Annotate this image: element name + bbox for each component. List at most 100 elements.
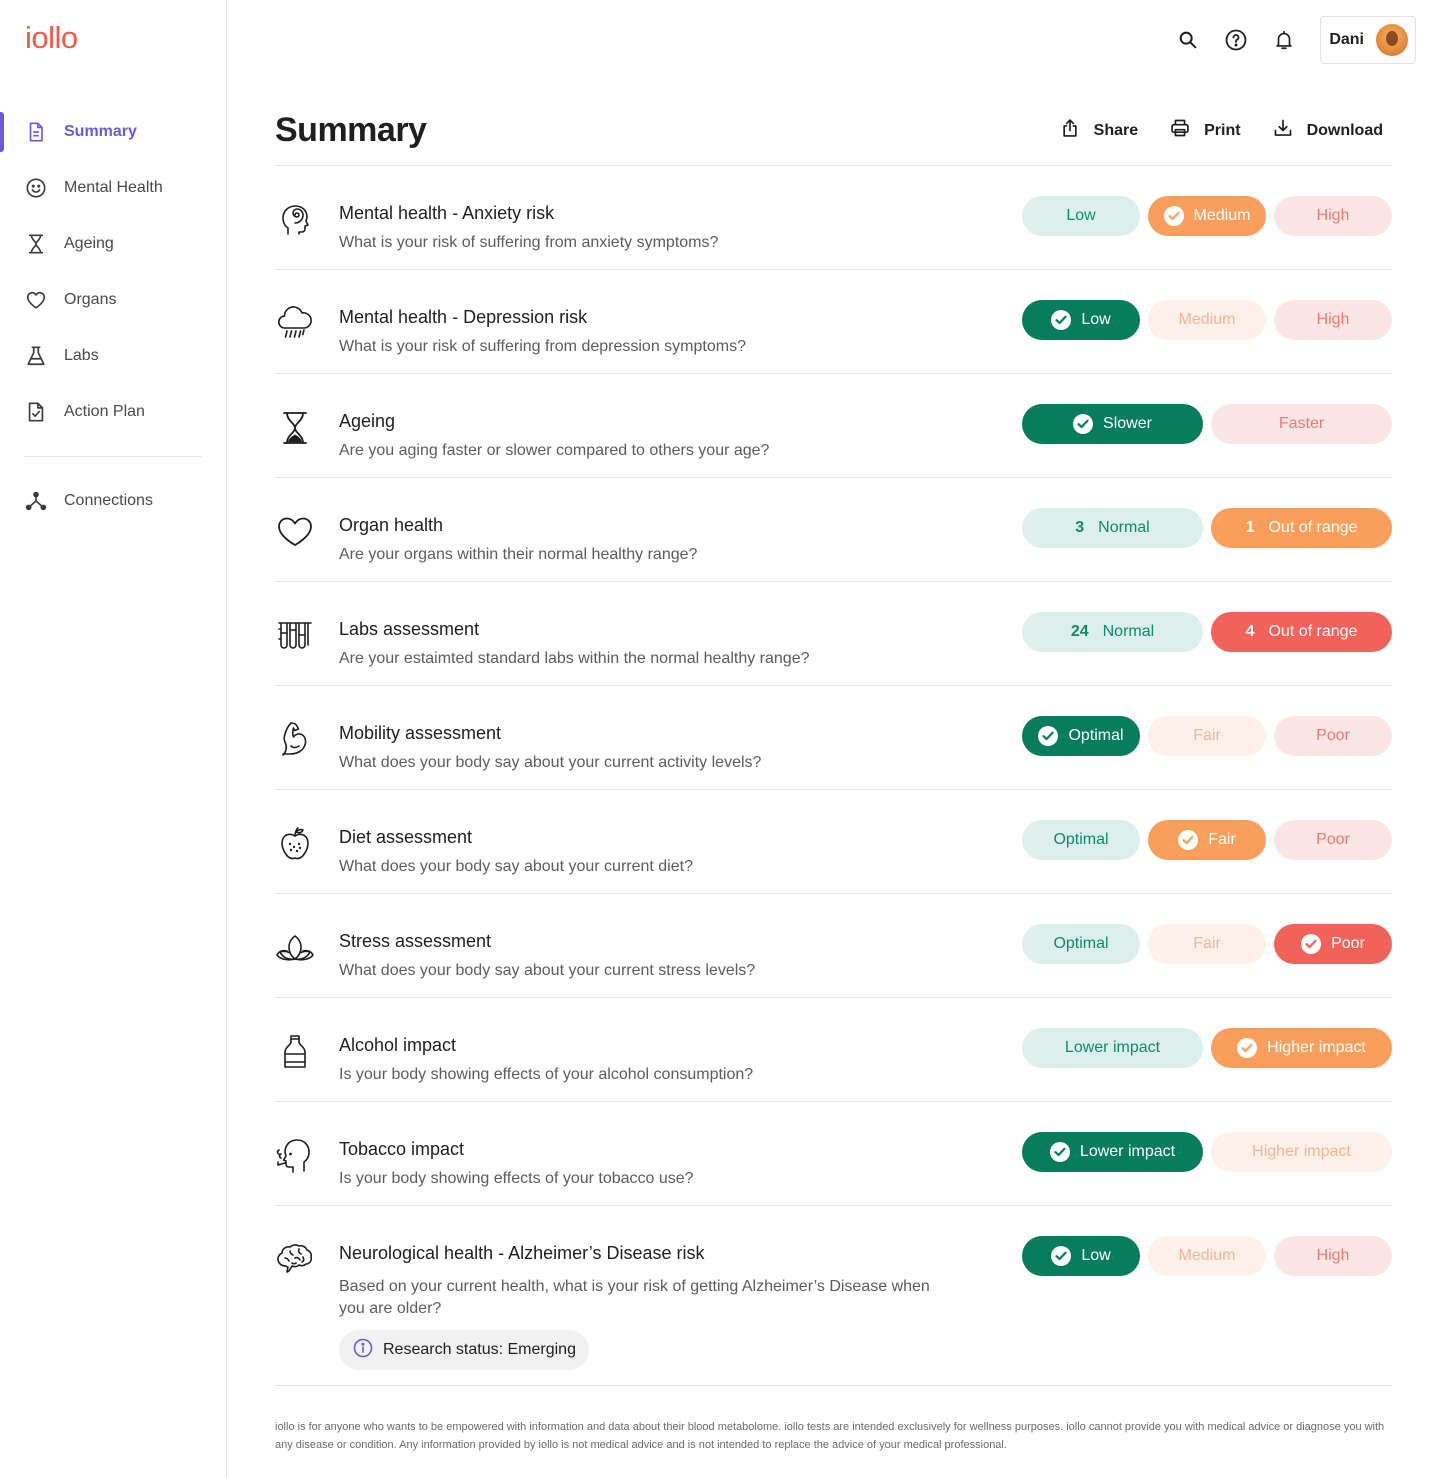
search-icon[interactable]: [1164, 16, 1212, 64]
rating-pill-optimal[interactable]: Optimal: [1022, 716, 1140, 756]
rating-pill-normal[interactable]: 3 Normal: [1022, 508, 1203, 548]
assessment-text: Labs assessment Are your estaimted standa…: [339, 618, 939, 670]
rating-label: Fair: [1208, 831, 1236, 848]
assessment-question: What does your body say about your curre…: [339, 962, 756, 979]
flask-icon: [24, 344, 48, 368]
assessment-question: What is your risk of suffering from anxi…: [339, 234, 719, 251]
sidebar-item-summary[interactable]: Summary: [0, 104, 226, 160]
sidebar-item-label: Mental Health: [64, 179, 163, 196]
rating-pill-higher-impact[interactable]: Higher impact: [1211, 1132, 1392, 1172]
rating-pill-high[interactable]: High: [1274, 300, 1392, 340]
share-button[interactable]: Share: [1060, 118, 1138, 143]
rating-pill-fair[interactable]: Fair: [1148, 924, 1266, 964]
user-name: Dani: [1329, 31, 1364, 48]
assessment-text: Diet assessment What does your body say a…: [339, 826, 939, 878]
rating-count: 3: [1075, 519, 1085, 536]
rating-options: Lower impact Higher impact: [1022, 1028, 1392, 1068]
app-logo[interactable]: iollo: [25, 20, 78, 56]
head-spiral-icon: [275, 200, 315, 240]
sidebar-item-action-plan[interactable]: Action Plan: [0, 384, 226, 440]
rating-pill-out-of-range[interactable]: 1 Out of range: [1211, 508, 1392, 548]
main-content: Summary Share Print Download Mental heal…: [275, 96, 1392, 1386]
research-status-badge[interactable]: Research status: Emerging: [339, 1330, 589, 1370]
sidebar-item-mental-health[interactable]: Mental Health: [0, 160, 226, 216]
print-button[interactable]: Print: [1170, 118, 1241, 143]
rating-pill-poor[interactable]: Poor: [1274, 820, 1392, 860]
checkmark-icon: [1049, 1142, 1070, 1162]
sidebar-item-label: Action Plan: [64, 403, 145, 420]
rating-label: Optimal: [1053, 935, 1109, 952]
rating-pill-lower-impact[interactable]: Lower impact: [1022, 1028, 1203, 1068]
rating-count: 1: [1245, 519, 1255, 536]
rating-options: Optimal Fair Poor: [1022, 820, 1392, 860]
rating-pill-low[interactable]: Low: [1022, 1236, 1140, 1276]
user-menu[interactable]: Dani: [1320, 16, 1416, 64]
rating-options: Optimal Fair Poor: [1022, 716, 1392, 756]
rating-pill-fair[interactable]: Fair: [1148, 716, 1266, 756]
rating-pill-faster[interactable]: Faster: [1211, 404, 1392, 444]
rating-pill-normal[interactable]: 24 Normal: [1022, 612, 1203, 652]
rating-pill-poor[interactable]: Poor: [1274, 716, 1392, 756]
assessment-text: Tobacco impact Is your body showing effec…: [339, 1138, 939, 1190]
sidebar-item-organs[interactable]: Organs: [0, 272, 226, 328]
rating-pill-poor[interactable]: Poor: [1274, 924, 1392, 964]
rating-label: Out of range: [1268, 519, 1358, 536]
page-header: Summary Share Print Download: [275, 96, 1392, 166]
rating-label: Fair: [1193, 727, 1221, 744]
share-icon: [1060, 118, 1080, 143]
help-icon[interactable]: [1212, 16, 1260, 64]
sidebar-item-labs[interactable]: Labs: [0, 328, 226, 384]
research-status-label: Research status: Emerging: [383, 1341, 576, 1358]
document-icon: [24, 120, 48, 144]
rating-pill-low[interactable]: Low: [1022, 196, 1140, 236]
rating-pill-low[interactable]: Low: [1022, 300, 1140, 340]
assessment-text: Organ health Are your organs within their…: [339, 514, 939, 566]
rating-pill-high[interactable]: High: [1274, 1236, 1392, 1276]
rating-pill-medium[interactable]: Medium: [1148, 196, 1266, 236]
rating-count: 24: [1070, 623, 1089, 640]
rating-label: Normal: [1102, 623, 1155, 640]
rating-pill-optimal[interactable]: Optimal: [1022, 820, 1140, 860]
rating-pill-out-of-range[interactable]: 4 Out of range: [1211, 612, 1392, 652]
rating-pill-medium[interactable]: Medium: [1148, 300, 1266, 340]
assessment-title: Neurological health - Alzheimer’s Diseas…: [339, 1243, 705, 1263]
smoking-head-icon: [275, 1136, 315, 1176]
avatar: [1376, 24, 1408, 56]
rating-pill-optimal[interactable]: Optimal: [1022, 924, 1140, 964]
rating-label: Poor: [1331, 935, 1365, 952]
rating-label: Medium: [1178, 1247, 1236, 1264]
rating-pill-higher-impact[interactable]: Higher impact: [1211, 1028, 1392, 1068]
rating-label: Fair: [1193, 935, 1221, 952]
rating-label: Optimal: [1068, 727, 1124, 744]
rating-label: Faster: [1278, 415, 1325, 432]
rating-pill-lower-impact[interactable]: Lower impact: [1022, 1132, 1203, 1172]
assessment-text: Mental health - Anxiety risk What is your…: [339, 202, 939, 254]
download-button[interactable]: Download: [1273, 118, 1383, 143]
assessment-title: Alcohol impact: [339, 1035, 457, 1055]
assessment-row: Stress assessment What does your body say…: [275, 894, 1392, 998]
assessment-title: Ageing: [339, 411, 396, 431]
bell-icon[interactable]: [1260, 16, 1308, 64]
rating-label: Low: [1066, 207, 1096, 224]
assessment-text: Mental health - Depression risk What is y…: [339, 306, 939, 358]
printer-icon: [1170, 118, 1190, 143]
download-label: Download: [1306, 121, 1383, 139]
rating-pill-medium[interactable]: Medium: [1148, 1236, 1266, 1276]
rating-pill-high[interactable]: High: [1274, 196, 1392, 236]
rating-pill-fair[interactable]: Fair: [1148, 820, 1266, 860]
sidebar: iollo Summary Mental Health Ageing Organ…: [0, 0, 227, 1478]
assessment-row: Organ health Are your organs within their…: [275, 478, 1392, 582]
sidebar-item-connections[interactable]: Connections: [0, 473, 226, 529]
assessment-title: Diet assessment: [339, 827, 473, 847]
sidebar-item-ageing[interactable]: Ageing: [0, 216, 226, 272]
sidebar-item-label: Labs: [64, 347, 99, 364]
assessment-text: Mobility assessment What does your body s…: [339, 722, 939, 774]
rating-options: Low Medium High: [1022, 300, 1392, 340]
sidebar-item-label: Ageing: [64, 235, 114, 252]
rating-pill-slower[interactable]: Slower: [1022, 404, 1203, 444]
rating-label: High: [1316, 311, 1350, 328]
rating-label: Poor: [1316, 727, 1350, 744]
page-actions: Share Print Download: [1060, 118, 1392, 143]
assessment-row: Mental health - Depression risk What is y…: [275, 270, 1392, 374]
assessment-row: Mental health - Anxiety risk What is your…: [275, 166, 1392, 270]
